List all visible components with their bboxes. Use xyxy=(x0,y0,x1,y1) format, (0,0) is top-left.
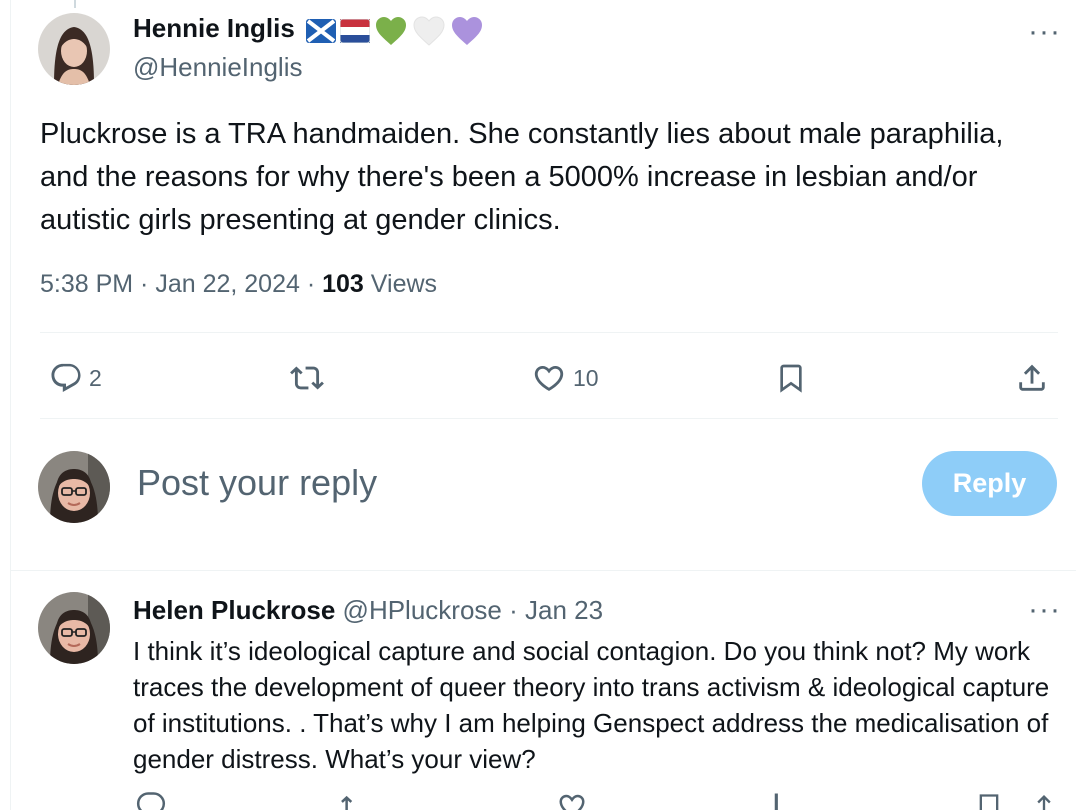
avatar-photo-icon xyxy=(38,592,110,664)
bookmark-action-button[interactable] xyxy=(775,361,807,395)
avatar-photo-icon xyxy=(38,451,110,523)
reply-action-button[interactable] xyxy=(136,792,166,810)
repost-icon xyxy=(290,366,324,390)
share-action-button[interactable] xyxy=(1030,795,1058,810)
white-heart-icon xyxy=(413,16,445,46)
reply-submit-button[interactable]: Reply xyxy=(922,451,1057,516)
reply-header: Helen Pluckrose @HPluckrose · Jan 23 xyxy=(133,595,603,626)
share-upload-icon xyxy=(1037,795,1051,810)
bookmark-action-button[interactable] xyxy=(975,794,1003,810)
post-time[interactable]: 5:38 PM xyxy=(40,270,133,298)
views-count: 103 xyxy=(322,270,364,298)
author-name[interactable]: Hennie Inglis xyxy=(133,13,295,44)
reply-bubble-icon xyxy=(51,363,81,392)
timeline-left-border xyxy=(10,0,11,810)
share-upload-icon xyxy=(1019,364,1045,391)
netherlands-flag-icon xyxy=(340,19,370,43)
repost-icon xyxy=(341,795,353,810)
post-date[interactable]: Jan 22, 2024 xyxy=(155,270,300,298)
avatar-photo-icon xyxy=(38,13,110,85)
reply-author-avatar[interactable] xyxy=(38,592,110,664)
thread-connector-line xyxy=(74,0,76,8)
current-user-avatar[interactable] xyxy=(38,451,110,523)
reply-author-handle[interactable]: @HPluckrose xyxy=(343,595,502,625)
reply-bubble-icon xyxy=(136,792,166,810)
reply-action-button[interactable]: 2 xyxy=(49,361,102,395)
reply-author-name[interactable]: Helen Pluckrose xyxy=(133,595,335,625)
author-handle[interactable]: @HennieInglis xyxy=(133,52,302,83)
heart-icon xyxy=(534,365,564,391)
meta-separator: · xyxy=(501,595,525,625)
green-heart-icon xyxy=(376,17,406,45)
divider xyxy=(40,332,1058,333)
share-action-button[interactable] xyxy=(1015,361,1049,395)
name-emojis xyxy=(306,15,484,47)
reply-date[interactable]: Jan 23 xyxy=(525,595,603,625)
like-count: 10 xyxy=(573,364,599,391)
reply-input[interactable]: Post your reply xyxy=(137,462,377,504)
repost-action-button[interactable] xyxy=(289,361,331,395)
meta-separator: · xyxy=(299,270,323,298)
bookmark-icon xyxy=(979,794,999,810)
divider xyxy=(10,570,1076,571)
author-avatar[interactable] xyxy=(38,13,110,85)
heart-icon xyxy=(559,794,585,810)
views-action-button[interactable] xyxy=(766,793,786,810)
post-text: Pluckrose is a TRA handmaiden. She const… xyxy=(40,118,1004,236)
meta-separator: · xyxy=(133,270,156,298)
scotland-flag-icon xyxy=(306,19,336,43)
views-label: Views xyxy=(363,270,438,298)
like-action-button[interactable] xyxy=(556,794,588,810)
divider xyxy=(40,418,1058,419)
like-action-button[interactable]: 10 xyxy=(531,361,599,395)
repost-action-button[interactable] xyxy=(340,795,372,810)
bookmark-icon xyxy=(780,364,802,393)
post-meta: 5:38 PM · Jan 22, 2024 · 103 Views xyxy=(40,270,437,299)
reply-count: 2 xyxy=(89,364,102,391)
more-options-icon[interactable]: ··· xyxy=(1028,595,1061,625)
reply-text: I think it’s ideological capture and soc… xyxy=(133,636,1050,774)
views-chart-icon xyxy=(774,793,778,810)
more-options-icon[interactable]: ··· xyxy=(1028,17,1061,47)
purple-heart-icon xyxy=(452,17,482,45)
